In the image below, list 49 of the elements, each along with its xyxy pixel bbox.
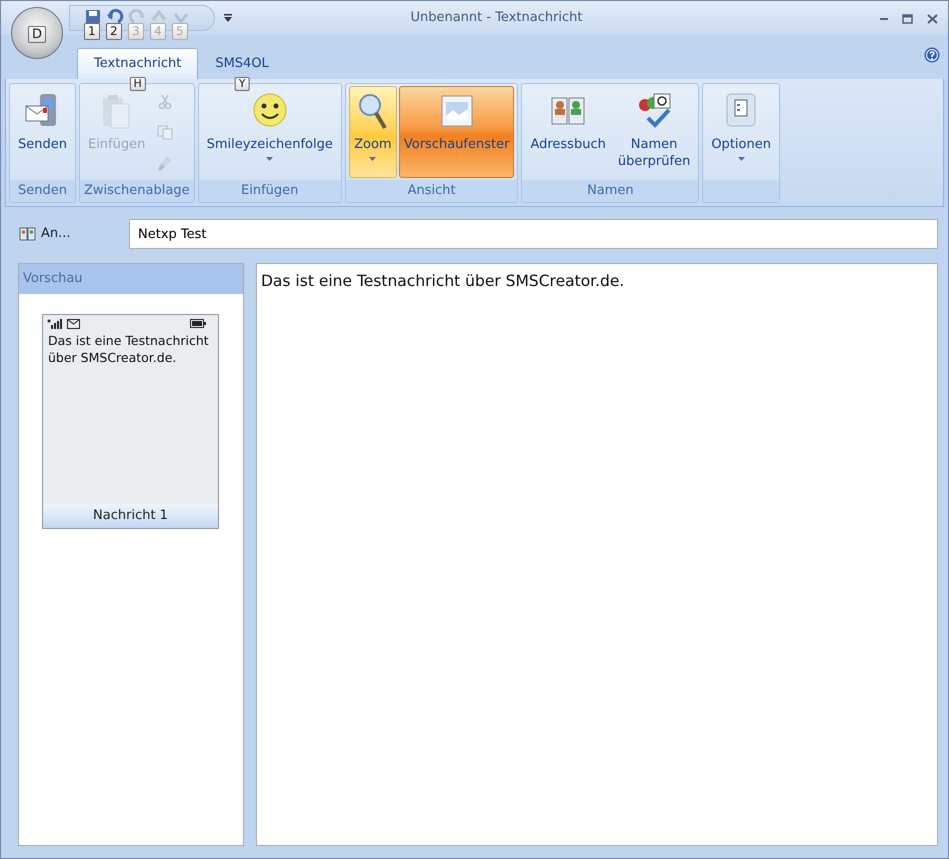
address-book-icon (19, 227, 37, 241)
help-icon (924, 46, 940, 63)
customize-menu-icon (223, 13, 233, 23)
sms-text: Das ist eine Testnachricht über SMSCreator.de. (47, 332, 210, 367)
keytip: 2 (106, 23, 122, 40)
to-button[interactable]: An... (19, 224, 119, 244)
redo-icon (128, 8, 146, 24)
office-button[interactable]: D (11, 7, 63, 59)
battery-icon (190, 319, 206, 328)
ribbon-tab[interactable]: SMS4OL (198, 48, 286, 79)
copy-icon (157, 124, 174, 142)
save-icon (84, 8, 102, 24)
group-label: Ansicht (346, 180, 518, 202)
group-label: Einfügen (198, 180, 341, 202)
keytip: 5 (172, 23, 188, 40)
recipient-field[interactable]: Netxp Test (129, 219, 938, 249)
ribbon-button[interactable]: Vorschaufenster (398, 86, 514, 178)
message-body[interactable]: Das ist eine Testnachricht über SMSCreator.de. (256, 263, 938, 846)
ribbon-button[interactable]: Optionen (706, 86, 776, 178)
group-label: Namen (522, 180, 698, 202)
caret-icon (369, 157, 376, 161)
group-label: Zwischenablage (80, 180, 194, 202)
keytip: 3 (128, 23, 144, 40)
message-caption: Nachricht 1 (43, 504, 218, 528)
caret-icon (738, 157, 745, 161)
keytip: D (28, 26, 46, 42)
ribbon-button[interactable]: Zoom (348, 86, 397, 178)
scissors-icon (157, 93, 174, 110)
quick-access-button[interactable] (106, 6, 124, 23)
keytip: 1 (84, 23, 100, 40)
signal-icon (47, 318, 63, 329)
brush-icon (157, 154, 174, 172)
keytip: Y (234, 77, 250, 91)
caret-icon (266, 157, 274, 161)
ribbon-button[interactable]: Namen überprüfen (612, 86, 696, 178)
ribbon-tab[interactable]: Textnachricht (77, 48, 198, 79)
undo-icon (106, 8, 124, 24)
keytip: H (130, 77, 146, 91)
keytip: 4 (150, 23, 166, 40)
minimize-icon (880, 18, 888, 20)
ribbon-button[interactable]: Adressbuch (525, 86, 611, 178)
maximize-icon (902, 14, 913, 24)
window-title: Unbenannt - Textnachricht (409, 9, 584, 28)
envelope-icon (67, 318, 80, 328)
ribbon-button[interactable]: Senden (13, 86, 72, 178)
close-icon (927, 14, 938, 24)
group-label: Senden (10, 180, 75, 202)
preview-header: Vorschau (19, 264, 243, 294)
help-button[interactable] (924, 45, 940, 63)
